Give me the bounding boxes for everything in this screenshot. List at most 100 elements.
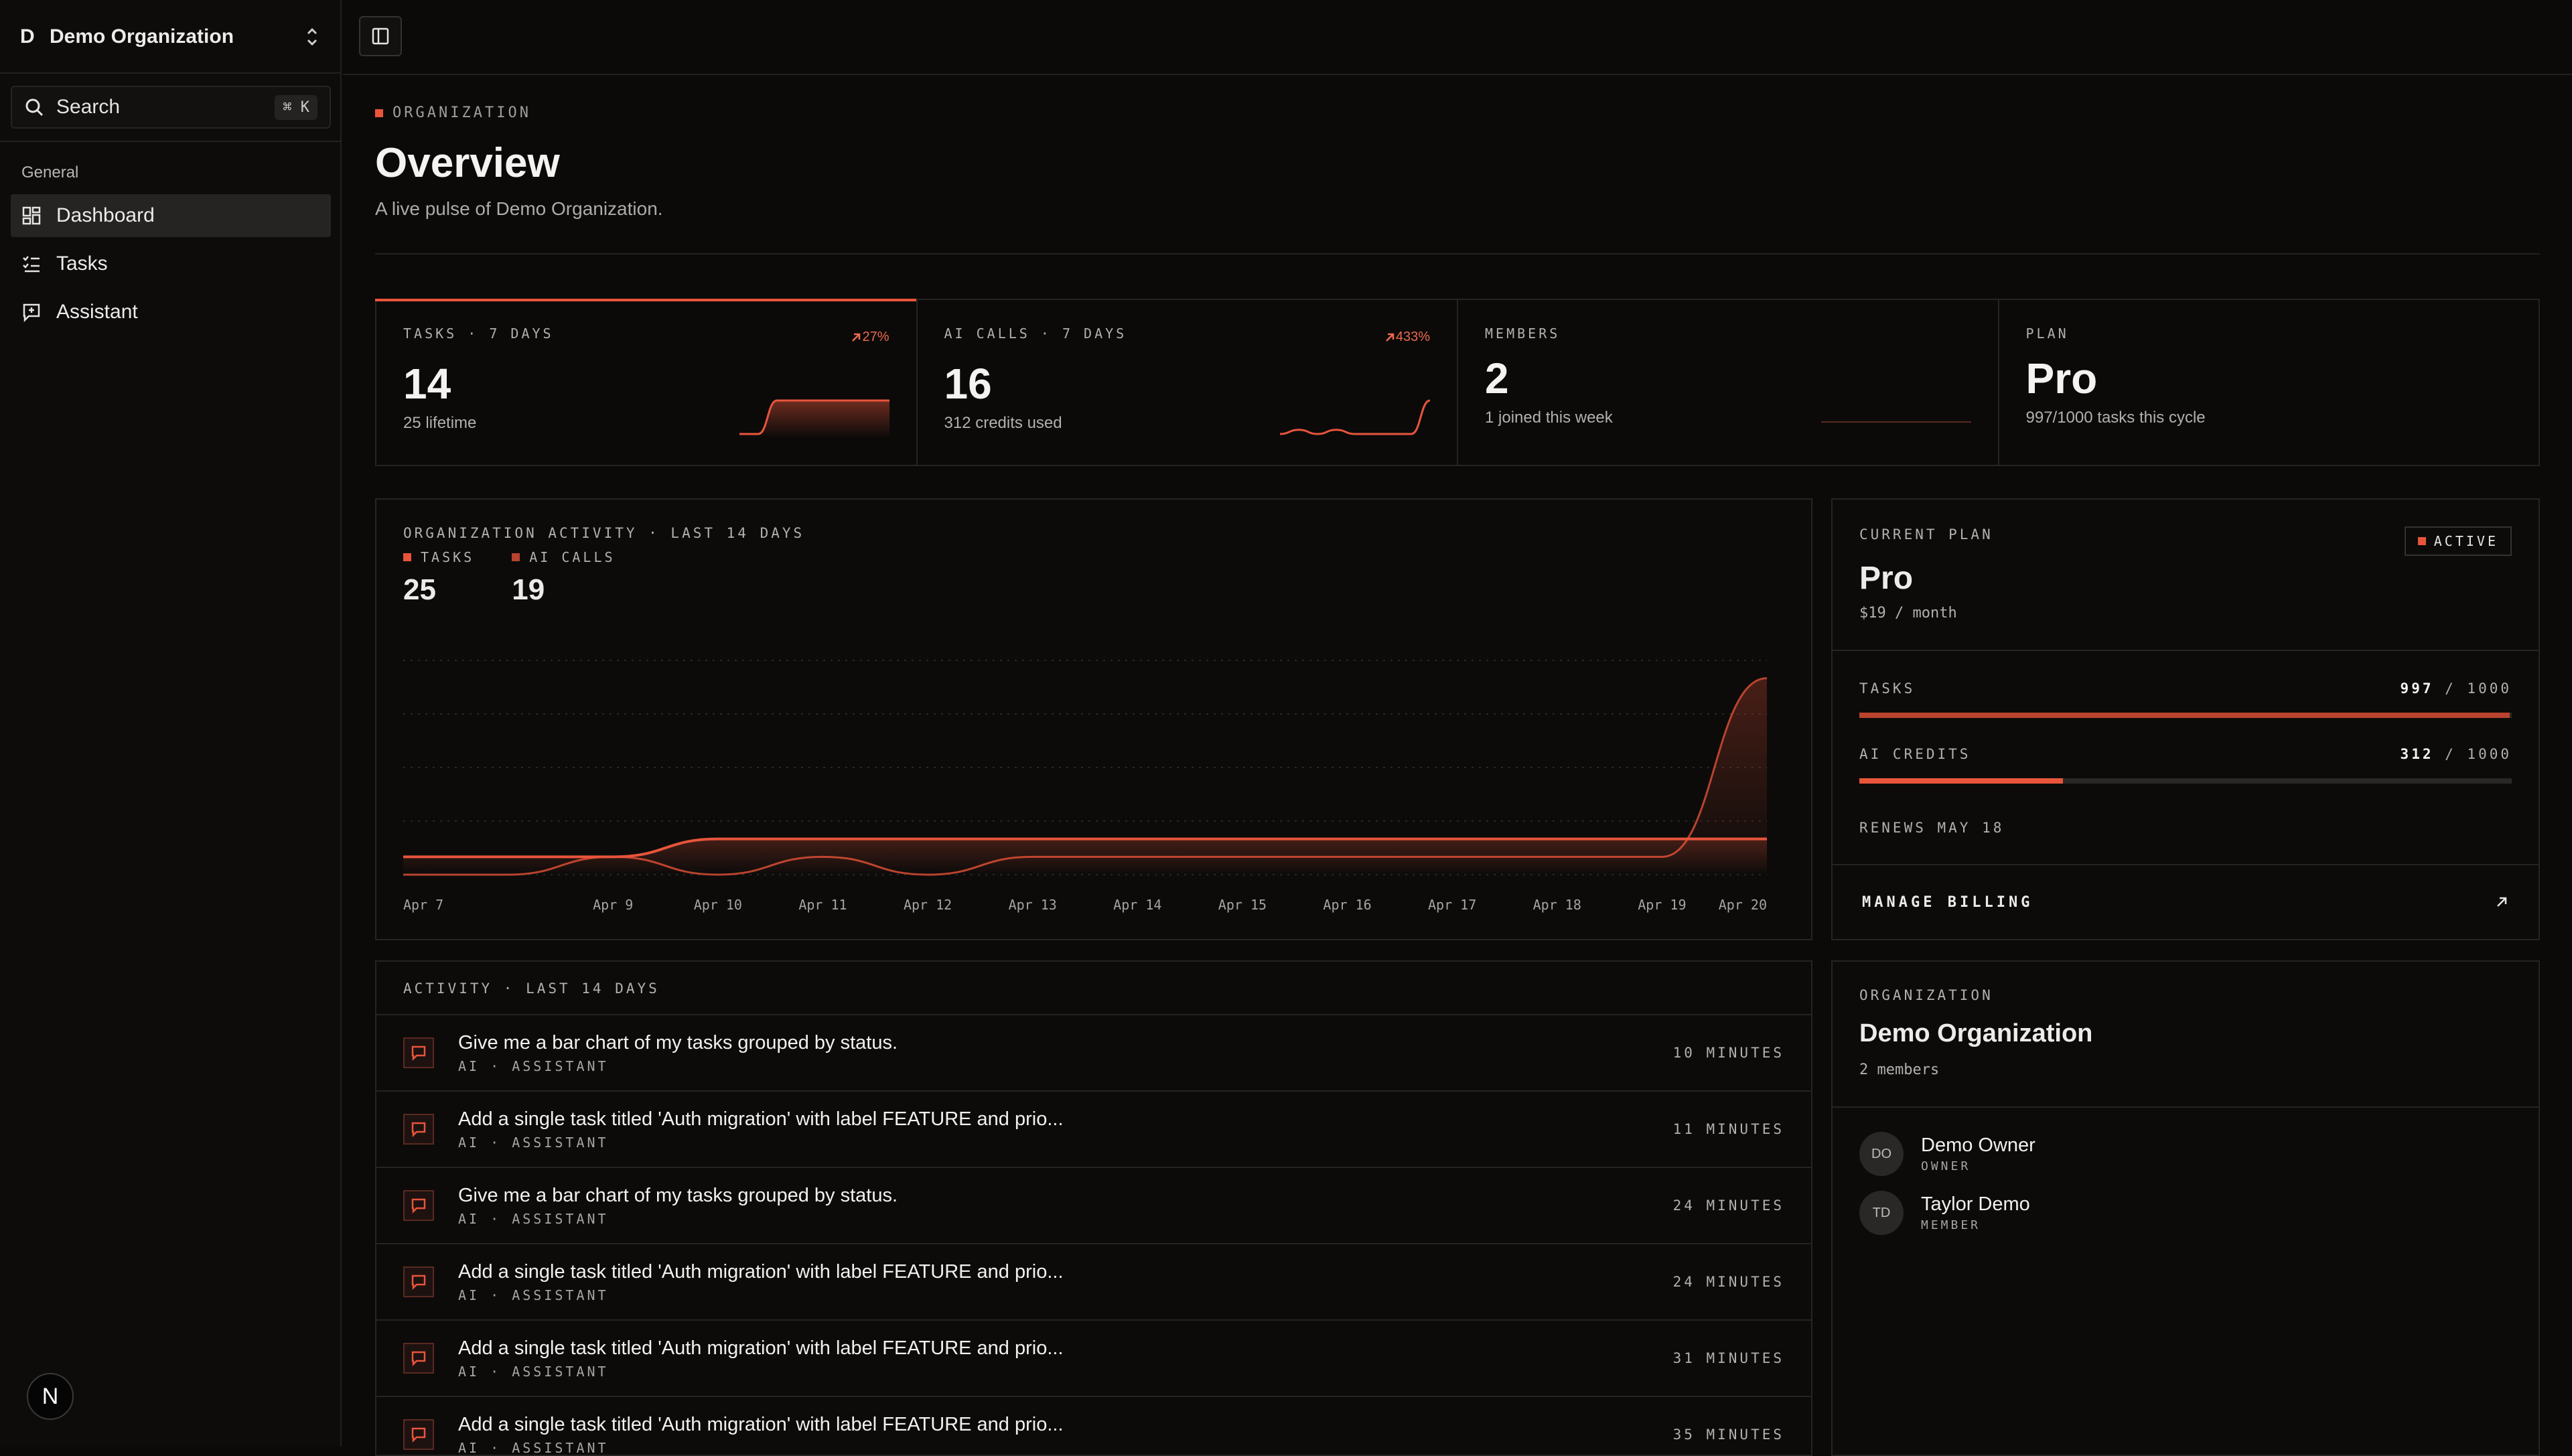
usage-bar-fill: [1859, 713, 2510, 718]
x-tick-label: Apr 17: [1428, 897, 1476, 913]
org-summary: ORGANIZATION Demo Organization 2 members: [1833, 962, 2539, 1108]
avatar: TD: [1859, 1191, 1904, 1235]
legend-item-ai-calls: AI CALLS 19: [512, 549, 615, 607]
org-switcher[interactable]: D Demo Organization: [20, 20, 322, 54]
tasks-sparkline: [739, 391, 889, 438]
x-tick-label: Apr 15: [1218, 897, 1267, 913]
activity-item[interactable]: Give me a bar chart of my tasks grouped …: [376, 1015, 1811, 1092]
plan-summary: CURRENT PLAN Pro $19 / month ACTIVE: [1833, 500, 2539, 651]
activity-header: ACTIVITY · LAST 14 DAYS: [376, 962, 1811, 1015]
usage-bar: [1859, 778, 2512, 784]
avatar: DO: [1859, 1132, 1904, 1176]
activity-meta: AI · ASSISTANT: [458, 1364, 1673, 1380]
stat-delta: 433%: [1384, 330, 1430, 345]
x-tick-label: Apr 11: [798, 897, 847, 913]
members-sparkline: [1821, 391, 1971, 438]
sidebar-item-label: Tasks: [56, 252, 108, 275]
org-initial: D: [20, 25, 44, 48]
sidebar-item-tasks[interactable]: Tasks: [11, 242, 331, 285]
org-member-count: 2 members: [1859, 1062, 2512, 1078]
x-tick-label: Apr 7: [403, 897, 443, 913]
activity-item[interactable]: Add a single task titled 'Auth migration…: [376, 1092, 1811, 1168]
page-subtitle: A live pulse of Demo Organization.: [375, 198, 663, 220]
usage-bar-fill: [1859, 778, 2063, 784]
activity-item[interactable]: Add a single task titled 'Auth migration…: [376, 1321, 1811, 1397]
plan-name: Pro: [1859, 560, 2512, 597]
activity-title: Add a single task titled 'Auth migration…: [458, 1337, 1673, 1360]
legend-value: 25: [403, 573, 474, 607]
activity-time: 31 MINUTES: [1673, 1350, 1784, 1366]
legend-label: AI CALLS: [529, 549, 615, 565]
stat-card-members[interactable]: MEMBERS 2 1 joined this week: [1458, 300, 1999, 465]
org-label: ORGANIZATION: [1859, 987, 2512, 1003]
arrow-up-right-icon: [850, 332, 862, 344]
sidebar: D Demo Organization Search ⌘ K General D…: [0, 0, 342, 1447]
x-tick-label: Apr 12: [904, 897, 952, 913]
accent-square: [375, 109, 383, 117]
sparkline-line: [1280, 401, 1430, 434]
stat-card-plan[interactable]: PLAN Pro 997/1000 tasks this cycle: [1999, 300, 2539, 465]
app-badge[interactable]: N: [27, 1373, 74, 1420]
activity-item[interactable]: Add a single task titled 'Auth migration…: [376, 1244, 1811, 1321]
activity-item[interactable]: Give me a bar chart of my tasks grouped …: [376, 1168, 1811, 1244]
nav-section-label: General: [21, 163, 78, 182]
stat-label: MEMBERS: [1485, 325, 1971, 342]
top-bar: [343, 0, 2572, 75]
legend-item-tasks: TASKS 25: [403, 549, 474, 607]
billing-label: MANAGE BILLING: [1862, 894, 2033, 911]
x-tick-label: Apr 18: [1533, 897, 1581, 913]
usage-used: 997: [2401, 680, 2434, 697]
chat-icon: [403, 1266, 434, 1297]
usage-ai-credits: AI CREDITS312 / 1000: [1859, 746, 2512, 784]
stat-delta-value: 27%: [862, 330, 889, 345]
activity-time: 35 MINUTES: [1673, 1427, 1784, 1443]
organization-card: ORGANIZATION Demo Organization 2 members…: [1831, 960, 2540, 1456]
search-icon: [24, 97, 44, 117]
manage-billing-button[interactable]: MANAGE BILLING: [1833, 864, 2539, 939]
divider: [0, 72, 342, 74]
chat-icon: [403, 1114, 434, 1145]
search-input[interactable]: Search ⌘ K: [11, 86, 331, 129]
activity-title: Add a single task titled 'Auth migration…: [458, 1261, 1673, 1283]
activity-time: 10 MINUTES: [1673, 1045, 1784, 1061]
arrow-up-right-icon: [1384, 332, 1396, 344]
stat-card-tasks[interactable]: TASKS · 7 DAYS 27% 14 25 lifetime: [376, 300, 918, 465]
legend-value: 19: [512, 573, 615, 607]
x-tick-label: Apr 14: [1113, 897, 1161, 913]
activity-time: 24 MINUTES: [1673, 1197, 1784, 1214]
org-name: Demo Organization: [50, 25, 303, 48]
activity-meta: AI · ASSISTANT: [458, 1135, 1673, 1151]
member-item[interactable]: TD Taylor DemoMEMBER: [1859, 1191, 2030, 1235]
activity-time: 24 MINUTES: [1673, 1274, 1784, 1290]
member-name: Demo Owner: [1921, 1135, 2035, 1157]
activity-line-chart[interactable]: Apr 7Apr 9Apr 10Apr 11Apr 12Apr 13Apr 14…: [403, 647, 1787, 928]
sidebar-item-assistant[interactable]: Assistant: [11, 291, 331, 334]
usage-label: AI CREDITS: [1859, 746, 1971, 762]
status-badge: ACTIVE: [2405, 526, 2512, 556]
activity-list: Give me a bar chart of my tasks grouped …: [376, 1015, 1811, 1456]
org-title: Demo Organization: [1859, 1019, 2512, 1048]
current-plan-card: CURRENT PLAN Pro $19 / month ACTIVE TASK…: [1831, 498, 2540, 940]
stat-label: PLAN: [2026, 325, 2512, 342]
renewal-date: RENEWS MAY 18: [1859, 820, 2004, 836]
stat-card-ai-calls[interactable]: AI CALLS · 7 DAYS 433% 16 312 credits us…: [918, 300, 1459, 465]
usage-limit: / 1000: [2445, 680, 2512, 697]
divider: [375, 253, 2540, 254]
chat-icon: [403, 1037, 434, 1068]
sidebar-item-dashboard[interactable]: Dashboard: [11, 194, 331, 237]
usage-limit: / 1000: [2445, 746, 2512, 762]
member-item[interactable]: DO Demo Owner OWNER: [1859, 1132, 2035, 1176]
activity-label: ACTIVITY · LAST 14 DAYS: [403, 980, 660, 997]
activity-item[interactable]: Add a single task titled 'Auth migration…: [376, 1397, 1811, 1456]
member-role: OWNER: [1921, 1159, 2035, 1173]
sidebar-item-label: Assistant: [56, 301, 138, 323]
activity-chart-card: ORGANIZATION ACTIVITY · LAST 14 DAYS TAS…: [375, 498, 1812, 940]
plan-price: $19 / month: [1859, 605, 2512, 622]
status-dot: [2418, 537, 2426, 545]
stat-sub: 997/1000 tasks this cycle: [2026, 409, 2512, 427]
x-tick-label: Apr 9: [593, 897, 633, 913]
stat-label: AI CALLS · 7 DAYS: [944, 325, 1431, 342]
activity-meta: AI · ASSISTANT: [458, 1211, 1673, 1227]
sidebar-toggle-button[interactable]: [359, 16, 402, 56]
activity-meta: AI · ASSISTANT: [458, 1440, 1673, 1456]
